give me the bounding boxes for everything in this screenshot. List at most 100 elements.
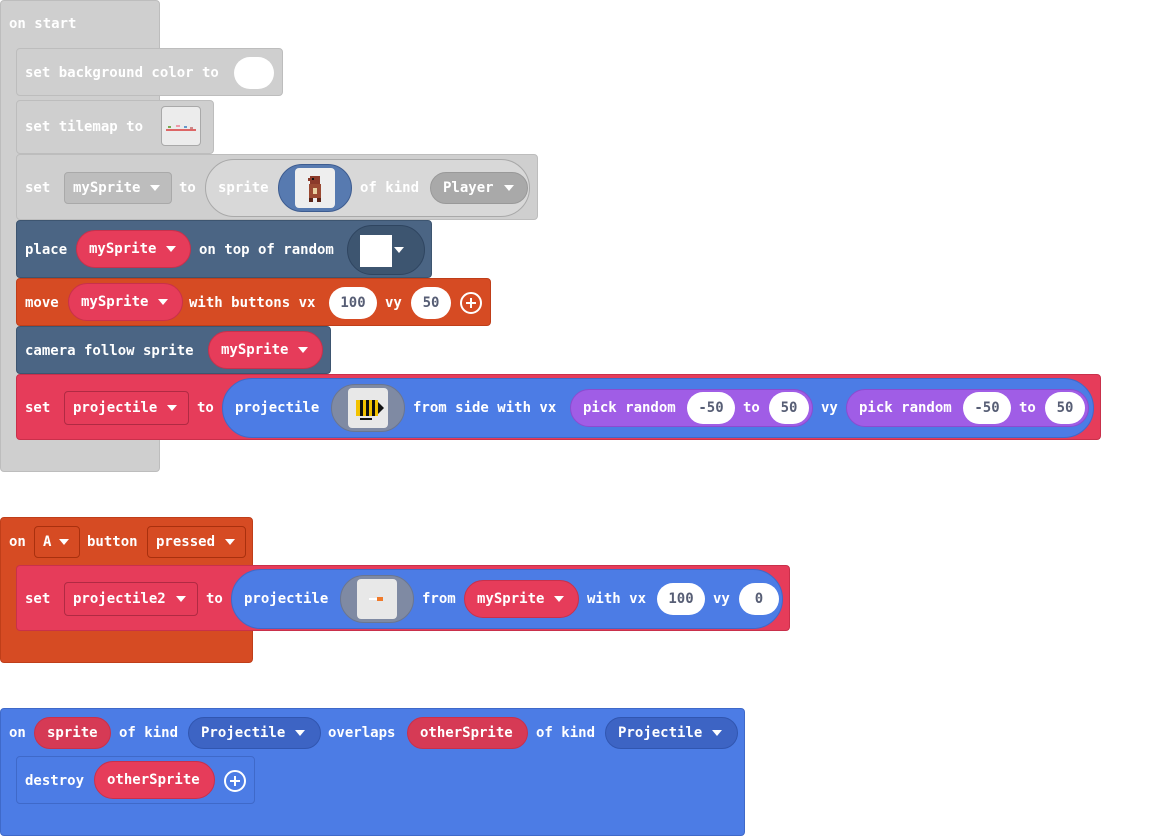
with-buttons-vx-label: with buttons vx (189, 295, 316, 311)
pick-random-vy-reporter[interactable]: pick random -50 to 50 (846, 389, 1089, 427)
event-dropdown[interactable]: pressed (147, 526, 246, 558)
vy-label: vy (821, 400, 838, 416)
sprite-variable-pill[interactable]: sprite (34, 717, 111, 749)
kind1-label: Projectile (201, 725, 286, 741)
random-min-input[interactable]: -50 (687, 392, 735, 424)
set-background-color-block[interactable]: set background color to (16, 48, 283, 96)
set-projectile2-block[interactable]: set projectile2 to projectile from mySpr… (16, 565, 790, 631)
set-label: set (25, 180, 51, 196)
of-kind-label: of kind (360, 180, 420, 196)
chevron-down-icon (167, 405, 178, 411)
random-max-input[interactable]: 50 (769, 392, 809, 424)
projectile-label: projectile (244, 591, 329, 607)
projectile-image-picker[interactable] (331, 384, 405, 432)
tile-picker-dropdown[interactable] (347, 225, 425, 275)
projectile2-variable-dropdown[interactable]: projectile2 (64, 582, 198, 616)
vy-label: vy (713, 591, 730, 607)
mysprite-variable-pill[interactable]: mySprite (76, 230, 191, 268)
on-top-of-random-label: on top of random (199, 242, 334, 258)
set-projectile-block[interactable]: set projectile to projectile from side w… (16, 374, 1101, 440)
button-key-label: A (43, 534, 52, 550)
move-label: move (25, 295, 59, 311)
chevron-down-icon (554, 596, 565, 602)
chevron-down-icon (225, 539, 236, 545)
mysprite-label: mySprite (477, 591, 545, 607)
color-swatch-white[interactable] (234, 57, 274, 89)
move-with-buttons-block[interactable]: move mySprite with buttons vx 100 vy 50 (16, 278, 491, 326)
set-label: set (25, 400, 51, 416)
dart-sprite-icon (369, 597, 383, 601)
mysprite-variable-pill[interactable]: mySprite (464, 580, 579, 618)
pick-random-label: pick random (859, 400, 952, 416)
of-kind-label: of kind (536, 725, 596, 741)
mysprite-label: mySprite (89, 241, 157, 257)
chevron-down-icon (59, 539, 70, 545)
create-sprite-reporter[interactable]: sprite of kind Player (205, 159, 530, 217)
to-label: to (179, 180, 196, 196)
random-max-input[interactable]: 50 (1045, 392, 1085, 424)
to-label: to (206, 591, 223, 607)
tilemap-icon (166, 125, 196, 131)
set-label: set (25, 591, 51, 607)
event-label: pressed (156, 534, 216, 550)
with-vx-label: with vx (587, 591, 647, 607)
vx-input[interactable]: 100 (657, 583, 705, 615)
sprite-image-picker[interactable] (278, 164, 352, 212)
pick-random-vx-reporter[interactable]: pick random -50 to 50 (570, 389, 813, 427)
expand-plus-icon[interactable] (224, 770, 246, 792)
button-label: button (87, 534, 138, 550)
kind-player-label: Player (443, 180, 494, 196)
vy-input[interactable]: 0 (739, 583, 779, 615)
mysprite-variable-dropdown[interactable]: mySprite (64, 172, 172, 204)
chevron-down-icon (175, 596, 186, 602)
chevron-down-icon (503, 185, 514, 191)
mysprite-variable-pill[interactable]: mySprite (68, 283, 183, 321)
vx-input[interactable]: 100 (329, 287, 377, 319)
on-label: on (9, 534, 26, 550)
set-tilemap-block[interactable]: set tilemap to (16, 100, 214, 154)
expand-plus-icon[interactable] (460, 292, 482, 314)
chevron-down-icon (298, 347, 309, 353)
other-sprite-label: otherSprite (420, 725, 513, 741)
chevron-down-icon (158, 299, 169, 305)
kind-player-dropdown[interactable]: Player (430, 172, 528, 204)
vy-input[interactable]: 50 (411, 287, 451, 319)
other-sprite-variable-pill[interactable]: otherSprite (407, 717, 528, 749)
projectile-image-picker[interactable] (340, 575, 414, 623)
from-side-label: from side with vx (413, 400, 557, 416)
destroy-var-label: otherSprite (107, 772, 200, 788)
projectile2-variable-label: projectile2 (73, 591, 166, 607)
to-label: to (1019, 400, 1036, 416)
kind2-dropdown[interactable]: Projectile (605, 717, 738, 749)
sprite-var-label: sprite (47, 725, 98, 741)
player-sprite-icon (308, 176, 321, 202)
place-on-random-block[interactable]: place mySprite on top of random (16, 220, 432, 278)
to-label: to (197, 400, 214, 416)
tile-swatch-white (360, 235, 392, 267)
tilemap-thumbnail[interactable] (161, 106, 201, 146)
of-kind-label: of kind (119, 725, 179, 741)
destroy-label: destroy (25, 773, 85, 789)
mysprite-variable-pill[interactable]: mySprite (208, 331, 323, 369)
mysprite-label: mySprite (81, 294, 149, 310)
projectile-variable-dropdown[interactable]: projectile (64, 391, 189, 425)
button-key-dropdown[interactable]: A (34, 526, 80, 558)
vy-label: vy (385, 295, 402, 311)
mysprite-label: mySprite (221, 342, 289, 358)
projectile-from-sprite-reporter[interactable]: projectile from mySprite with vx 100 vy … (231, 569, 783, 629)
other-sprite-variable-pill[interactable]: otherSprite (94, 761, 215, 799)
destroy-block[interactable]: destroy otherSprite (16, 756, 255, 804)
projectile-variable-label: projectile (73, 400, 158, 416)
sprite-label: sprite (218, 180, 269, 196)
kind1-dropdown[interactable]: Projectile (188, 717, 321, 749)
random-min-input[interactable]: -50 (963, 392, 1011, 424)
set-mysprite-block[interactable]: set mySprite to sprite of kind Player (16, 154, 538, 220)
chevron-down-icon (166, 246, 177, 252)
camera-follow-block[interactable]: camera follow sprite mySprite (16, 326, 331, 374)
chevron-down-icon (712, 730, 723, 736)
camera-follow-label: camera follow sprite (25, 343, 194, 359)
projectile-label: projectile (235, 400, 320, 416)
projectile-from-side-reporter[interactable]: projectile from side with vx pick random… (222, 378, 1094, 438)
overlaps-label: overlaps (328, 725, 396, 741)
to-label: to (743, 400, 760, 416)
